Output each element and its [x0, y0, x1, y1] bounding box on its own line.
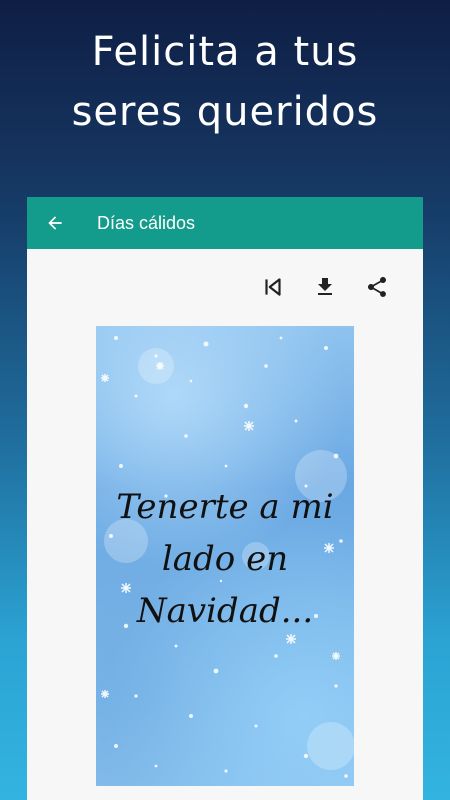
app-bar: Días cálidos — [27, 197, 423, 249]
headline-line-1: Felicita a tus — [91, 29, 359, 75]
card-message: Tenerte a mi lado en Navidad... — [96, 481, 354, 637]
app-screen: Días cálidos Tenerte a mi lado en Navida… — [27, 197, 423, 800]
download-button[interactable] — [299, 269, 351, 305]
app-bar-title: Días cálidos — [97, 212, 196, 233]
first-image-button[interactable] — [247, 269, 299, 305]
card-message-line-1: Tenerte a mi — [116, 487, 334, 527]
skip-previous-icon — [265, 278, 281, 296]
share-button[interactable] — [351, 269, 403, 305]
greeting-card-image[interactable]: Tenerte a mi lado en Navidad... — [96, 326, 354, 786]
promo-headline: Felicita a tus seres queridos — [0, 22, 450, 142]
share-icon — [368, 277, 386, 297]
arrow-left-icon — [48, 216, 62, 230]
card-message-line-2: lado en — [161, 539, 289, 579]
toolbar-actions — [247, 269, 403, 305]
card-message-line-3: Navidad... — [136, 591, 314, 631]
headline-line-2: seres queridos — [71, 89, 379, 135]
back-button[interactable] — [29, 197, 81, 249]
download-icon — [318, 278, 332, 295]
